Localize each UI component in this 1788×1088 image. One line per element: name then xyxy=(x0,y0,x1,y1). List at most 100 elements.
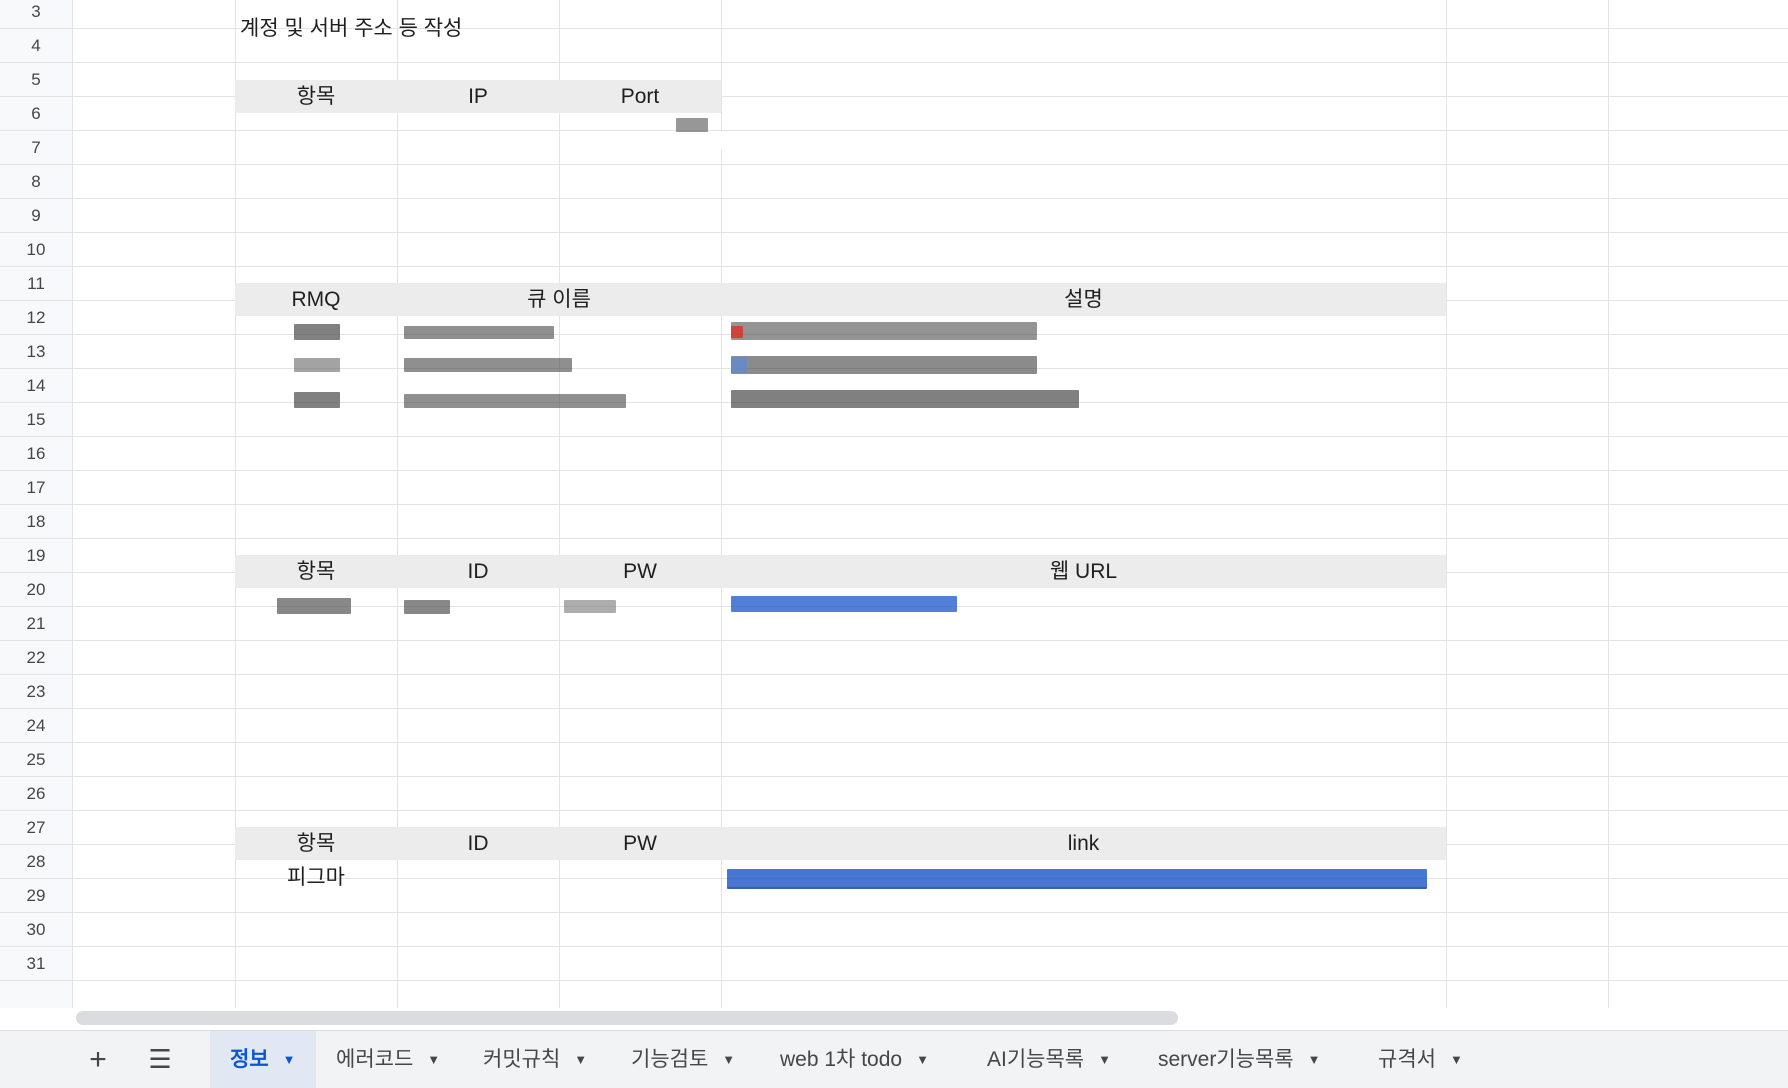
redacted-queue-cell xyxy=(404,358,572,372)
tab-info[interactable]: 정보 ▼ xyxy=(210,1031,316,1088)
row-number[interactable]: 28 xyxy=(0,852,72,872)
table4-header-pw[interactable]: PW xyxy=(559,827,721,860)
row-number[interactable]: 18 xyxy=(0,512,72,532)
tab-label: web 1차 todo xyxy=(780,1048,903,1071)
row-number[interactable]: 22 xyxy=(0,648,72,668)
row-number[interactable]: 4 xyxy=(0,36,72,56)
tab-commit-rules[interactable]: 커밋규칙 ▼ xyxy=(483,1031,587,1088)
redacted-rmq-cell xyxy=(294,324,340,340)
redacted-queue-cell xyxy=(404,394,626,408)
row-gridline xyxy=(0,436,1788,437)
row-number[interactable]: 11 xyxy=(0,274,72,294)
caret-down-icon: ▼ xyxy=(282,1052,296,1067)
redacted-emoji-icon xyxy=(731,326,743,338)
row-number[interactable]: 15 xyxy=(0,410,72,430)
redacted-web-id-cell xyxy=(404,600,450,614)
row-number[interactable]: 5 xyxy=(0,70,72,90)
tab-label: 기능검토 xyxy=(631,1048,709,1071)
blurred-area xyxy=(617,132,813,150)
row-gridline xyxy=(0,130,1788,131)
column-gridline xyxy=(72,0,73,1008)
redacted-web-pw-cell xyxy=(564,600,616,613)
table4-item-cell[interactable]: 피그마 xyxy=(235,861,397,894)
row-number[interactable]: 13 xyxy=(0,342,72,362)
row-number[interactable]: 24 xyxy=(0,716,72,736)
redacted-emoji-icon xyxy=(731,357,747,373)
redacted-figma-link[interactable] xyxy=(727,869,1427,889)
row-gridline xyxy=(0,164,1788,165)
table1-header-item[interactable]: 항목 xyxy=(235,80,397,113)
tab-label: 규격서 xyxy=(1378,1048,1436,1071)
row-gridline xyxy=(0,266,1788,267)
redacted-rmq-cell xyxy=(294,358,340,372)
table1-header-ip[interactable]: IP xyxy=(397,80,559,113)
add-sheet-button[interactable]: + xyxy=(76,1031,120,1088)
table3-header-pw[interactable]: PW xyxy=(559,555,721,588)
table1-header-port[interactable]: Port xyxy=(559,80,721,113)
tab-feature-review[interactable]: 기능검토 ▼ xyxy=(631,1031,735,1088)
row-number[interactable]: 20 xyxy=(0,580,72,600)
row-number[interactable]: 27 xyxy=(0,818,72,838)
row-number[interactable]: 17 xyxy=(0,478,72,498)
row-number[interactable]: 19 xyxy=(0,546,72,566)
row-gridline xyxy=(0,946,1788,947)
row-gridline xyxy=(0,232,1788,233)
row-number[interactable]: 6 xyxy=(0,104,72,124)
row-number[interactable]: 30 xyxy=(0,920,72,940)
row-number[interactable]: 8 xyxy=(0,172,72,192)
row-number[interactable]: 31 xyxy=(0,954,72,974)
table2-header-queue-name[interactable]: 큐 이름 xyxy=(397,283,721,316)
tab-label: server기능목록 xyxy=(1158,1048,1294,1071)
row-gridline xyxy=(0,776,1788,777)
row-number[interactable]: 29 xyxy=(0,886,72,906)
row-gridline xyxy=(0,470,1788,471)
spreadsheet-grid[interactable]: 3 4 5 6 7 8 9 10 11 12 13 14 15 16 17 18 19 20 21 22 23 24 25 2… xyxy=(0,0,1788,1008)
plus-icon: + xyxy=(89,1043,107,1076)
row-number[interactable]: 23 xyxy=(0,682,72,702)
redacted-queue-cell xyxy=(404,326,554,339)
table4-header-id[interactable]: ID xyxy=(397,827,559,860)
row-gridline xyxy=(0,912,1788,913)
horizontal-scrollbar[interactable] xyxy=(76,1011,1178,1025)
caret-down-icon: ▼ xyxy=(427,1052,441,1067)
row-number[interactable]: 9 xyxy=(0,206,72,226)
row-gridline xyxy=(0,810,1788,811)
row-number[interactable]: 26 xyxy=(0,784,72,804)
title-cell[interactable]: 계정 및 서버 주소 등 작성 xyxy=(240,12,560,45)
all-sheets-button[interactable]: ☰ xyxy=(138,1031,182,1088)
tab-label: 에러코드 xyxy=(336,1048,414,1071)
caret-down-icon: ▼ xyxy=(722,1052,736,1067)
sheet-tab-bar: + ☰ 정보 ▼ 에러코드 ▼ 커밋규칙 ▼ 기능검토 ▼ web 1차 todo ▼ A… xyxy=(0,1030,1788,1088)
tab-web-todo[interactable]: web 1차 todo ▼ xyxy=(780,1031,929,1088)
redacted-web-url-link[interactable] xyxy=(731,596,957,612)
redacted-description-cell xyxy=(731,356,1037,374)
row-number[interactable]: 16 xyxy=(0,444,72,464)
table2-header-rmq[interactable]: RMQ xyxy=(235,283,397,316)
row-number[interactable]: 25 xyxy=(0,750,72,770)
row-gridline xyxy=(0,980,1788,981)
table4-header-link[interactable]: link xyxy=(721,827,1446,860)
row-gridline xyxy=(0,640,1788,641)
tab-error-code[interactable]: 에러코드 ▼ xyxy=(336,1031,440,1088)
table4-header-item[interactable]: 항목 xyxy=(235,827,397,860)
row-gridline xyxy=(0,708,1788,709)
row-number[interactable]: 10 xyxy=(0,240,72,260)
row-gridline xyxy=(0,198,1788,199)
table3-header-web-url[interactable]: 웹 URL xyxy=(721,555,1446,588)
row-number[interactable]: 12 xyxy=(0,308,72,328)
tab-spec[interactable]: 규격서 ▼ xyxy=(1378,1031,1463,1088)
row-number[interactable]: 21 xyxy=(0,614,72,634)
tab-label: 정보 xyxy=(230,1048,269,1071)
tab-server-feature-list[interactable]: server기능목록 ▼ xyxy=(1158,1031,1321,1088)
caret-down-icon: ▼ xyxy=(574,1052,588,1067)
caret-down-icon: ▼ xyxy=(1449,1052,1463,1067)
table3-header-id[interactable]: ID xyxy=(397,555,559,588)
menu-icon: ☰ xyxy=(148,1044,172,1074)
table2-header-description[interactable]: 설명 xyxy=(721,283,1446,316)
tab-ai-feature-list[interactable]: AI기능목록 ▼ xyxy=(987,1031,1111,1088)
table3-header-item[interactable]: 항목 xyxy=(235,555,397,588)
row-number[interactable]: 3 xyxy=(0,2,72,22)
row-number[interactable]: 7 xyxy=(0,138,72,158)
redacted-description-cell xyxy=(731,322,1037,340)
row-number[interactable]: 14 xyxy=(0,376,72,396)
